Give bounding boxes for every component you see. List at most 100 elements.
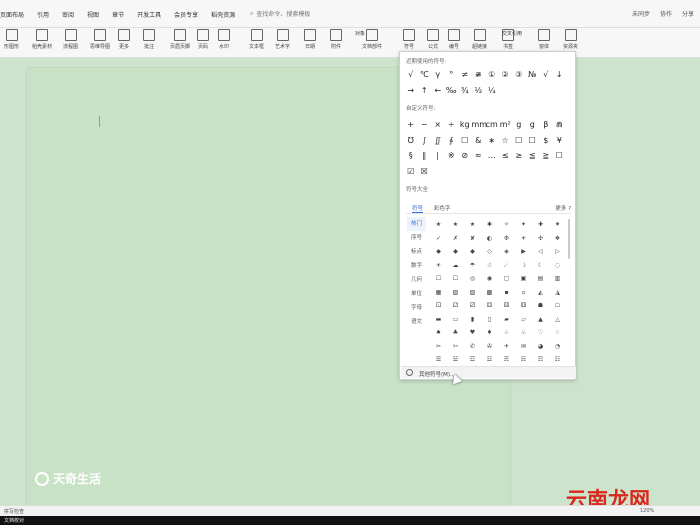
symbol-grid-cell[interactable]: ☵	[515, 353, 532, 364]
symbol-cell[interactable]: ≧	[539, 149, 553, 163]
symbol-grid-cell[interactable]: ▨	[464, 286, 481, 300]
symbol-grid-cell[interactable]: ⚂	[464, 299, 481, 313]
search-box[interactable]: ⌕ 查找命令、搜索模板	[250, 9, 310, 19]
toolbar-action[interactable]: 协作	[660, 9, 672, 18]
symbol-grid-cell[interactable]: ◇	[481, 245, 498, 259]
symbol-cell[interactable]: ②	[499, 68, 513, 82]
symbol-cell[interactable]: ①	[485, 68, 499, 82]
symbol-grid-cell[interactable]: ✚	[532, 218, 549, 232]
symbol-grid-cell[interactable]: ⚁	[447, 299, 464, 313]
symbol-category[interactable]: 标点	[407, 245, 426, 259]
symbol-grid-cell[interactable]: ⚃	[481, 299, 498, 313]
symbol-grid-cell[interactable]: ✓	[430, 232, 447, 246]
symbol-cell[interactable]: $	[539, 134, 553, 148]
symbol-grid-cell[interactable]: ▧	[447, 286, 464, 300]
symbol-cell[interactable]: °	[445, 68, 459, 82]
symbol-cell[interactable]: ℃	[418, 68, 432, 82]
symbol-cell[interactable]: ≇	[472, 68, 486, 82]
menu-item[interactable]: 审阅	[62, 10, 74, 19]
ribbon-button[interactable]: 符号	[403, 29, 415, 50]
symbol-grid-cell[interactable]: ▪	[498, 286, 515, 300]
symbol-cell[interactable]: ③	[512, 68, 526, 82]
symbol-grid-cell[interactable]: ◆	[430, 245, 447, 259]
symbol-cell[interactable]: √	[404, 68, 418, 82]
symbol-grid-cell[interactable]: ◮	[549, 286, 566, 300]
symbol-grid-cell[interactable]: ✘	[464, 232, 481, 246]
symbol-cell[interactable]: ≈	[472, 149, 486, 163]
symbol-grid-cell[interactable]: ⚅	[515, 299, 532, 313]
symbol-cell[interactable]: ¼	[485, 84, 499, 98]
symbol-cell[interactable]: →	[404, 84, 418, 98]
ribbon-button[interactable]: 页眉页脚	[170, 29, 190, 50]
menu-item[interactable]: 开发工具	[137, 10, 161, 19]
symbol-cell[interactable]: ≠	[458, 68, 472, 82]
symbol-grid-cell[interactable]: ☲	[464, 353, 481, 364]
symbol-cell[interactable]: ℧	[404, 134, 418, 148]
symbol-grid-cell[interactable]: ♥	[464, 326, 481, 340]
symbol-grid-cell[interactable]: ☷	[549, 353, 566, 364]
symbol-cell[interactable]: ≦	[526, 149, 540, 163]
symbol-cell[interactable]: ½	[472, 84, 486, 98]
symbol-grid-cell[interactable]: ☐	[430, 272, 447, 286]
ribbon-button[interactable]: 超链接	[472, 29, 487, 50]
symbol-cell[interactable]: ∥	[418, 149, 432, 163]
symbol-grid-cell[interactable]: ☶	[532, 353, 549, 364]
symbol-grid-cell[interactable]: ❖	[549, 232, 566, 246]
menu-item[interactable]: 页面布局	[0, 10, 24, 19]
ribbon-button[interactable]: 艺术字	[275, 29, 290, 50]
ribbon-button[interactable]: 稻壳素材	[32, 29, 52, 50]
symbol-cell[interactable]: g	[512, 118, 526, 132]
symbol-grid-cell[interactable]: ◆	[464, 245, 481, 259]
symbol-grid-cell[interactable]: ▤	[532, 272, 549, 286]
symbol-category[interactable]: 单位	[407, 287, 426, 301]
menu-item[interactable]: 会员专享	[174, 10, 198, 19]
symbol-cell[interactable]: kg	[458, 118, 472, 132]
symbol-grid-cell[interactable]: ⚄	[498, 299, 515, 313]
symbol-grid-cell[interactable]: ♢	[549, 326, 566, 340]
ribbon-button[interactable]: 思维导图	[90, 29, 110, 50]
symbol-cell[interactable]: ÷	[445, 118, 459, 132]
symbol-grid-cell[interactable]: ☃	[481, 259, 498, 273]
symbol-grid-cell[interactable]: ◎	[464, 272, 481, 286]
symbol-category[interactable]: 序号	[407, 231, 426, 245]
symbol-grid-cell[interactable]: ♦	[481, 326, 498, 340]
symbol-grid-cell[interactable]: ✆	[464, 340, 481, 354]
symbol-grid-cell[interactable]: ▩	[481, 286, 498, 300]
symbol-cell[interactable]: ☐	[512, 134, 526, 148]
symbol-grid-cell[interactable]: ✧	[498, 218, 515, 232]
grid-scrollbar[interactable]	[568, 219, 570, 259]
symbol-grid-cell[interactable]: ◉	[481, 272, 498, 286]
ribbon-button[interactable]: 形图形	[4, 29, 19, 50]
symbol-grid-cell[interactable]: ☗	[532, 299, 549, 313]
symbol-cell[interactable]: γ	[431, 68, 445, 82]
symbol-grid-cell[interactable]: ✗	[447, 232, 464, 246]
symbol-cell[interactable]: mm	[472, 118, 488, 132]
symbol-cell[interactable]: g	[526, 118, 540, 132]
symbol-grid-cell[interactable]: ▬	[430, 313, 447, 327]
symbol-cell[interactable]: √	[539, 68, 553, 82]
symbol-grid-cell[interactable]: ♡	[532, 326, 549, 340]
symbol-cell[interactable]: ∗	[485, 134, 499, 148]
symbol-grid-cell[interactable]: ✣	[532, 232, 549, 246]
ribbon-button[interactable]: 窗体	[538, 29, 550, 50]
symbol-cell[interactable]: ↑	[418, 84, 432, 98]
symbol-grid-cell[interactable]: ◁	[532, 245, 549, 259]
symbol-cell[interactable]: ☑	[404, 165, 418, 179]
symbol-grid-cell[interactable]: ☂	[464, 259, 481, 273]
symbol-grid-cell[interactable]: ◕	[532, 340, 549, 354]
symbol-cell[interactable]: +	[404, 118, 418, 132]
symbol-grid-cell[interactable]: ▥	[549, 272, 566, 286]
symbol-grid-cell[interactable]: ✷	[549, 218, 566, 232]
zoom-level[interactable]: 120%	[640, 508, 654, 514]
symbol-cell[interactable]: cm	[485, 118, 499, 132]
symbol-cell[interactable]: ☐	[553, 149, 567, 163]
symbol-cell[interactable]: ☐	[526, 134, 540, 148]
symbol-grid-cell[interactable]: ☳	[481, 353, 498, 364]
symbol-grid-cell[interactable]: ▷	[549, 245, 566, 259]
symbol-grid-cell[interactable]: ☖	[549, 299, 566, 313]
symbol-cell[interactable]: ≥	[512, 149, 526, 163]
symbol-cell[interactable]: ∮	[445, 134, 459, 148]
symbol-cell[interactable]: ☒	[418, 165, 432, 179]
symbol-grid-cell[interactable]: ✱	[481, 218, 498, 232]
other-symbols-button[interactable]: 其他符号(M)...	[401, 366, 576, 378]
